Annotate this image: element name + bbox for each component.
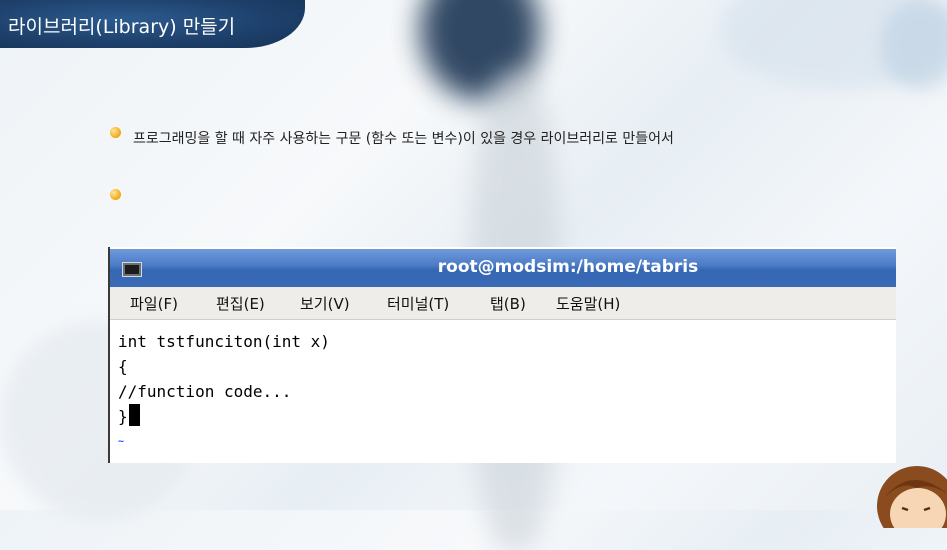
menu-view[interactable]: 보기(V) (300, 293, 350, 314)
title-banner: 라이브러리(Library) 만들기 (0, 0, 305, 48)
terminal-text-area[interactable]: int tstfunciton(int x) { //function code… (118, 329, 330, 454)
terminal-title: root@modsim:/home/tabris (437, 257, 699, 277)
menu-edit[interactable]: 편집(E) (216, 293, 265, 314)
empty-line-marker: ~ (118, 436, 125, 447)
terminal-titlebar[interactable]: root@modsim:/home/tabris (110, 249, 896, 287)
character-illustration (877, 466, 947, 528)
menu-terminal[interactable]: 터미널(T) (387, 293, 449, 314)
code-line: int tstfunciton(int x) (118, 332, 330, 351)
terminal-menubar: 파일(F) 편집(E) 보기(V) 터미널(T) 탭(B) 도움말(H) (110, 287, 896, 320)
code-line: //function code... (118, 382, 292, 401)
text-cursor (128, 404, 140, 426)
bullet-icon (110, 127, 121, 138)
menu-help[interactable]: 도움말(H) (556, 293, 620, 314)
bullet-icon (110, 189, 121, 200)
terminal-window: root@modsim:/home/tabris 파일(F) 편집(E) 보기(… (108, 247, 896, 463)
bullet-text-1: 프로그래밍을 할 때 자주 사용하는 구문 (함수 또는 변수)이 있을 경우 … (133, 131, 674, 147)
page-title: 라이브러리(Library) 만들기 (8, 16, 236, 38)
code-line: { (118, 357, 128, 376)
code-line-cursor: } (118, 404, 330, 429)
menu-tabs[interactable]: 탭(B) (490, 293, 526, 314)
code-line: } (118, 407, 128, 426)
menu-file[interactable]: 파일(F) (130, 293, 178, 314)
